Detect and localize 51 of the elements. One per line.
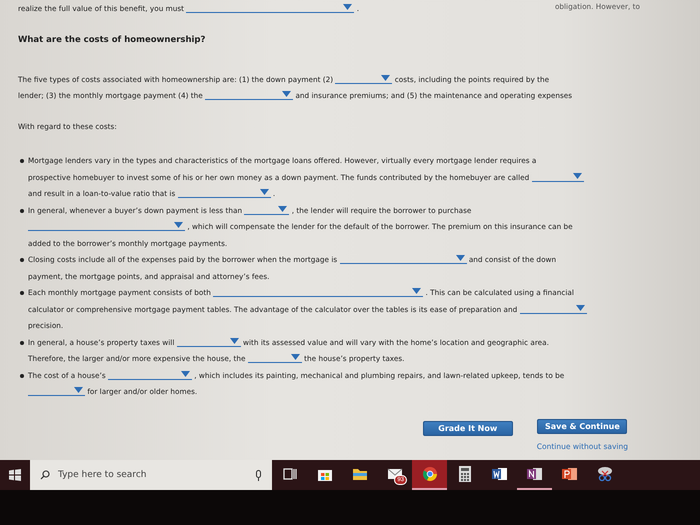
dropdown-field[interactable]	[213, 286, 424, 297]
windows-logo-icon[interactable]	[9, 469, 21, 481]
calculator-icon	[458, 466, 470, 482]
bullet-icon	[20, 291, 24, 295]
microphone-icon[interactable]	[255, 470, 262, 480]
save-continue-button[interactable]: Save & Continue	[537, 418, 628, 434]
dropdown-field[interactable]	[532, 170, 584, 182]
notebook-app-icon	[526, 467, 542, 481]
grade-button[interactable]: Grade It Now	[422, 420, 513, 436]
bullet-icon	[20, 340, 24, 344]
dropdown-field[interactable]	[178, 187, 271, 198]
caret-icon	[290, 354, 300, 360]
folder-icon	[352, 467, 368, 481]
browser-icon	[422, 466, 438, 482]
bullet-icon	[20, 374, 24, 378]
caret-icon	[343, 4, 352, 10]
caret-icon	[74, 387, 83, 393]
caret-icon	[456, 255, 464, 261]
search-field[interactable]: Type here to search	[58, 470, 247, 480]
caret-icon	[260, 189, 269, 195]
dropdown-field[interactable]	[248, 352, 302, 363]
dropdown-field[interactable]	[176, 336, 241, 346]
caret-icon	[282, 91, 292, 97]
mail-icon	[386, 468, 402, 480]
caret-icon	[180, 370, 190, 376]
section-heading: What are the costs of homeownership?	[18, 35, 206, 45]
presentation-app-icon	[562, 467, 578, 481]
dropdown-field[interactable]	[28, 220, 185, 231]
dropdown-field[interactable]	[340, 253, 466, 264]
dropdown-field[interactable]	[108, 368, 192, 380]
caret-icon	[576, 304, 585, 310]
caret-icon	[278, 206, 288, 212]
dropdown-field[interactable]	[28, 385, 85, 396]
dropdown-field[interactable]	[205, 89, 294, 100]
caret-icon	[230, 338, 239, 344]
caret-icon	[381, 75, 390, 81]
bullet-icon	[20, 208, 24, 212]
task-view-icon	[282, 467, 296, 481]
caret-icon	[572, 172, 582, 178]
bullet-icon	[20, 258, 24, 262]
search-icon	[40, 470, 50, 480]
dropdown-field[interactable]	[520, 302, 587, 314]
caret-icon	[174, 222, 183, 228]
dropdown-field[interactable]	[186, 2, 354, 13]
dropdown-field[interactable]	[335, 73, 392, 84]
document-app-icon	[492, 467, 508, 481]
caret-icon	[412, 288, 422, 294]
dropdown-field[interactable]	[244, 204, 290, 214]
scissors-icon	[596, 466, 612, 482]
bullet-icon	[20, 159, 24, 163]
search-box[interactable]: Type here to search	[30, 460, 272, 490]
